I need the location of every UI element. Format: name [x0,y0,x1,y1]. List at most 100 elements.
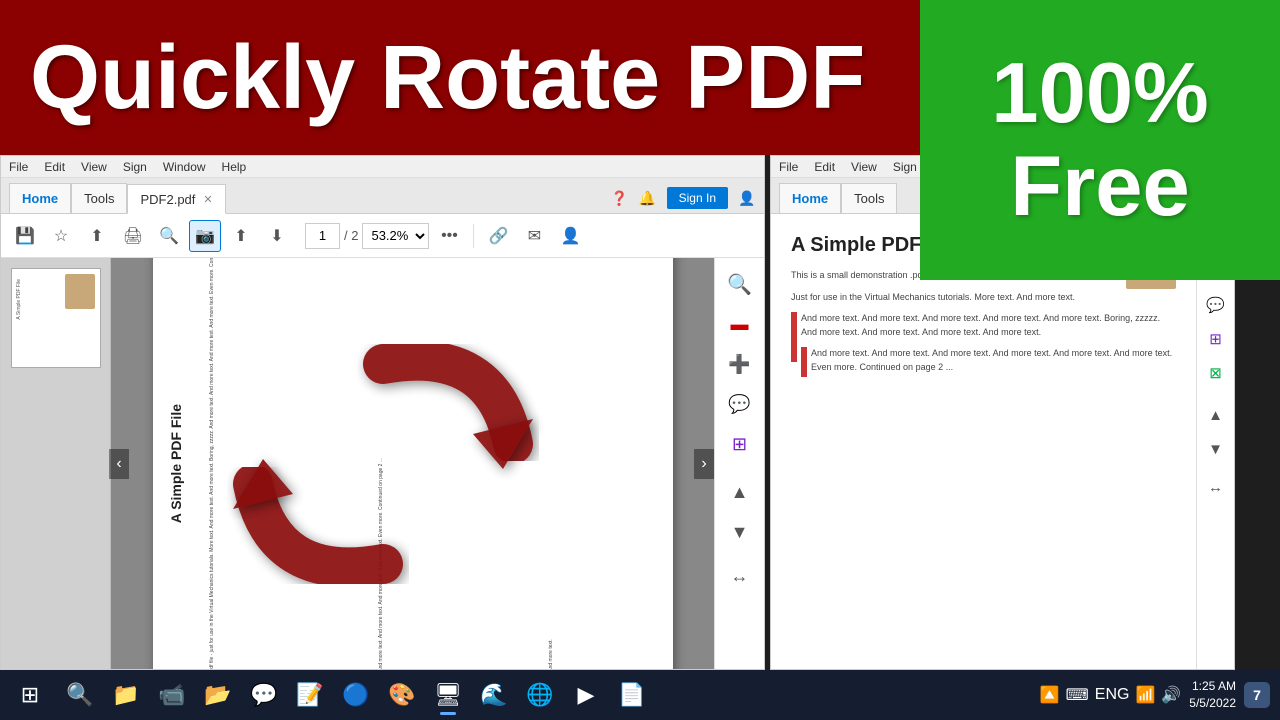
taskbar-num-badge: 7 [1244,682,1270,708]
organize-tool-2[interactable]: ⊞ [1201,324,1231,354]
thumb-avatar [65,274,95,309]
tab-pdf2[interactable]: PDF2.pdf ✕ [127,184,225,214]
scroll-down-tool[interactable]: ▼ [722,514,758,550]
bookmark-button[interactable]: ☆ [45,220,77,252]
scroll-up-2[interactable]: ▲ [1201,400,1231,430]
taskbar-app-acrobat[interactable]: 📄 [610,673,654,717]
page-number-input[interactable] [305,223,340,249]
expand-tool[interactable]: ↔ [722,558,758,594]
sign-in-button[interactable]: Sign In [667,187,728,209]
print-button[interactable]: 🖨 [117,220,149,252]
taskbar-app-edge[interactable]: 🌊 [472,673,516,717]
pdf-col-1: This is a small demonstration .pdf file … [208,258,373,669]
upload-button[interactable]: ⬆ [81,220,113,252]
zoom-tool[interactable]: 🔍 [722,266,758,302]
tab-close-pdf2[interactable]: ✕ [203,193,212,206]
snapshot-button[interactable]: 📷 [189,220,221,252]
toolbar-separator [473,224,474,248]
nav-arrow-right[interactable]: › [694,449,714,479]
menu-sign[interactable]: Sign [123,160,147,174]
menu-file[interactable]: File [9,160,28,174]
taskbar-app-zoom[interactable]: 📹 [150,673,194,717]
pdf-content-left: A Simple PDF File ‹ A Simple PDF File Th… [1,258,764,669]
menu-bar-left: File Edit View Sign Window Help [1,156,764,178]
pdf-text-area: This is a small demonstration .pdf file … [208,258,663,669]
toolbar-left: 💾 ☆ ⬆ 🖨 🔍 📷 ⬆ ⬇ / 2 53.2% 50% 75% 100% •… [1,214,764,258]
expand-2[interactable]: ↔ [1201,472,1231,502]
menu-view-r[interactable]: View [851,160,877,174]
save-button[interactable]: 💾 [9,220,41,252]
help-icon[interactable]: ❓ [611,189,629,207]
menu-view[interactable]: View [81,160,107,174]
taskbar-right: 🔼 ⌨ ENG 📶 🔊 1:25 AM 5/5/2022 7 [1040,678,1270,712]
user-icon[interactable]: 👤 [738,189,756,207]
taskbar-app-chrome-search[interactable]: 🔵 [334,673,378,717]
next-page-button[interactable]: ⬇ [261,220,293,252]
pdf-content-right: A Simple PDF File This is a small demons… [771,214,1234,669]
taskbar-lang: ENG [1095,686,1130,704]
export-tool-2[interactable]: ⊠ [1201,358,1231,388]
menu-window[interactable]: Window [163,160,206,174]
menu-edit-r[interactable]: Edit [814,160,835,174]
nav-arrow-left[interactable]: ‹ [109,449,129,479]
taskbar-app-git[interactable]: ▶ [564,673,608,717]
tab-home-right[interactable]: Home [779,183,841,213]
pdf-page-title-rotated: A Simple PDF File [168,404,184,523]
taskbar-wifi[interactable]: 📶 [1135,685,1155,705]
zoom-select[interactable]: 53.2% 50% 75% 100% [362,223,429,249]
taskbar-app-whatsapp[interactable]: 💬 [242,673,286,717]
badge-text: 100% Free [991,47,1208,234]
taskbar-app-art[interactable]: 🎨 [380,673,424,717]
menu-edit[interactable]: Edit [44,160,65,174]
add-comment-tool[interactable]: ➕ [722,346,758,382]
bell-icon[interactable]: 🔔 [639,189,657,207]
pdf-right-para1: Just for use in the Virtual Mechanics tu… [791,291,1176,305]
page-nav: / 2 [305,223,358,249]
edit-pdf-tool[interactable]: ▬ [722,306,758,342]
user-share-button[interactable]: 👤 [554,220,586,252]
tab-tools-left[interactable]: Tools [71,183,127,213]
red-bar-indicator [791,312,797,362]
taskbar-keyboard[interactable]: ⌨ [1066,685,1089,705]
tab-home-left[interactable]: Home [9,183,71,213]
start-button[interactable]: ⊞ [10,675,50,715]
taskbar-clock[interactable]: 1:25 AM 5/5/2022 [1189,678,1236,712]
pdf-main: A Simple PDF File This is a small demons… [111,258,714,669]
prev-page-button[interactable]: ⬆ [225,220,257,252]
email-button[interactable]: ✉ [518,220,550,252]
taskbar-app-files[interactable]: 📂 [196,673,240,717]
tab-right-section: ❓ 🔔 Sign In 👤 [611,187,764,213]
taskbar-chevron[interactable]: 🔼 [1040,685,1060,705]
red-bar-indicator2 [801,347,807,377]
tab-tools-right[interactable]: Tools [841,183,897,213]
taskbar-volume[interactable]: 🔊 [1161,685,1181,705]
right-tool-panel-2: ▬ ➕ 💬 ⊞ ⊠ ▲ ▼ ↔ [1196,214,1234,669]
pdf-right-main: A Simple PDF File This is a small demons… [771,214,1196,669]
link-button[interactable]: 🔗 [482,220,514,252]
taskbar-app-devtools[interactable]: 🖥 [426,673,470,717]
comment-tool-2[interactable]: 💬 [1201,290,1231,320]
menu-help[interactable]: Help [222,160,247,174]
zoom-out-button[interactable]: 🔍 [153,220,185,252]
taskbar-app-chrome[interactable]: 🌐 [518,673,562,717]
pdf-rotated-content: A Simple PDF File This is a small demons… [153,258,673,669]
scroll-up-tool[interactable]: ▲ [722,474,758,510]
pdf-sidebar: A Simple PDF File [1,258,111,669]
scroll-down-2[interactable]: ▼ [1201,434,1231,464]
taskbar-app-explorer[interactable]: 📁 [104,673,148,717]
pdf-thumbnail[interactable]: A Simple PDF File [11,268,101,368]
taskbar: ⊞ 🔍 📁 📹 📂 💬 📝 🔵 🎨 🖥 🌊 🌐 ▶ 📄 🔼 ⌨ ENG 📶 🔊 … [0,670,1280,720]
organize-tool[interactable]: ⊞ [722,426,758,462]
tab-bar-left: Home Tools PDF2.pdf ✕ ❓ 🔔 Sign In 👤 [1,178,764,214]
taskbar-app-search[interactable]: 🔍 [58,673,102,717]
pdf-page: A Simple PDF File This is a small demons… [153,258,673,669]
free-badge: 100% Free [920,0,1280,280]
taskbar-app-notepad[interactable]: 📝 [288,673,332,717]
more-options-button[interactable]: ••• [433,220,465,252]
taskbar-sys-icons: 🔼 ⌨ ENG 📶 🔊 [1040,685,1182,705]
comment-tool[interactable]: 💬 [722,386,758,422]
pdf-window-left: File Edit View Sign Window Help Home Too… [0,155,765,670]
menu-file-r[interactable]: File [779,160,798,174]
menu-sign-r[interactable]: Sign [893,160,917,174]
page-separator: / 2 [344,228,358,243]
